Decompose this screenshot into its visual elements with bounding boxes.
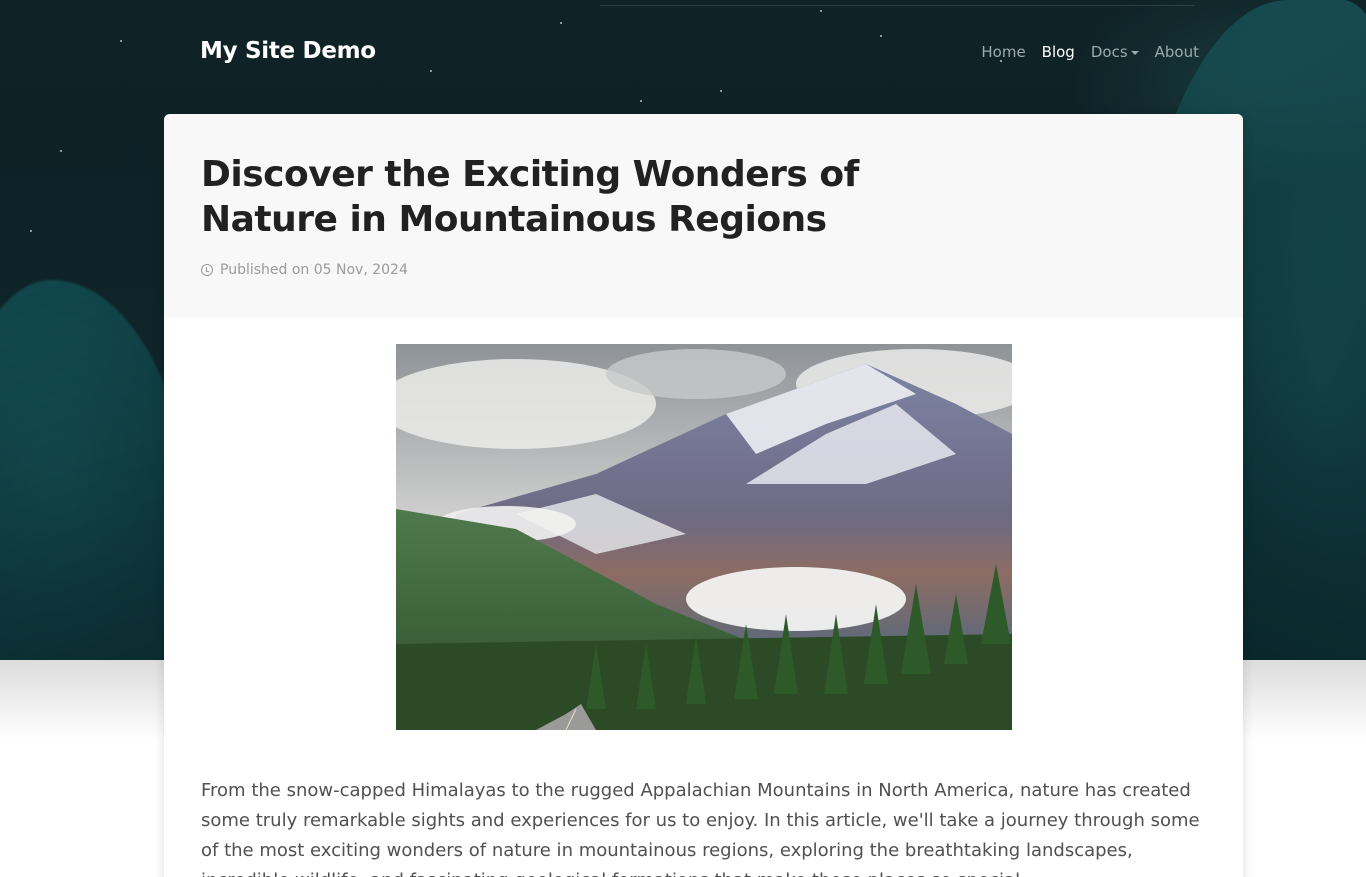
chevron-down-icon	[1130, 50, 1139, 55]
post-body: From the snow-capped Himalayas to the ru…	[164, 318, 1243, 877]
post-title: Discover the Exciting Wonders of Nature …	[201, 154, 859, 240]
post-meta: Published on 05 Nov, 2024	[201, 262, 1206, 278]
nav-home-link[interactable]: Home	[981, 43, 1025, 61]
published-date: Published on 05 Nov, 2024	[220, 262, 408, 278]
clock-icon	[201, 264, 213, 276]
nav-blog-link[interactable]: Blog	[1042, 43, 1075, 61]
mountain-image	[395, 344, 1012, 730]
nav-links: Home Blog Docs About	[981, 43, 1199, 61]
nav-docs-dropdown[interactable]: Docs	[1091, 43, 1139, 61]
hero-rock-left	[0, 280, 190, 660]
post-paragraph: From the snow-capped Himalayas to the ru…	[201, 780, 1200, 877]
post-header: Discover the Exciting Wonders of Nature …	[164, 114, 1243, 318]
site-brand[interactable]: My Site Demo	[200, 38, 376, 64]
post-card: Discover the Exciting Wonders of Nature …	[164, 114, 1243, 877]
nav-docs-label: Docs	[1090, 43, 1128, 61]
nav-about-link[interactable]: About	[1155, 43, 1199, 61]
navbar-top-line	[600, 5, 1195, 6]
navbar: My Site Demo Home Blog Docs About	[0, 0, 1366, 110]
